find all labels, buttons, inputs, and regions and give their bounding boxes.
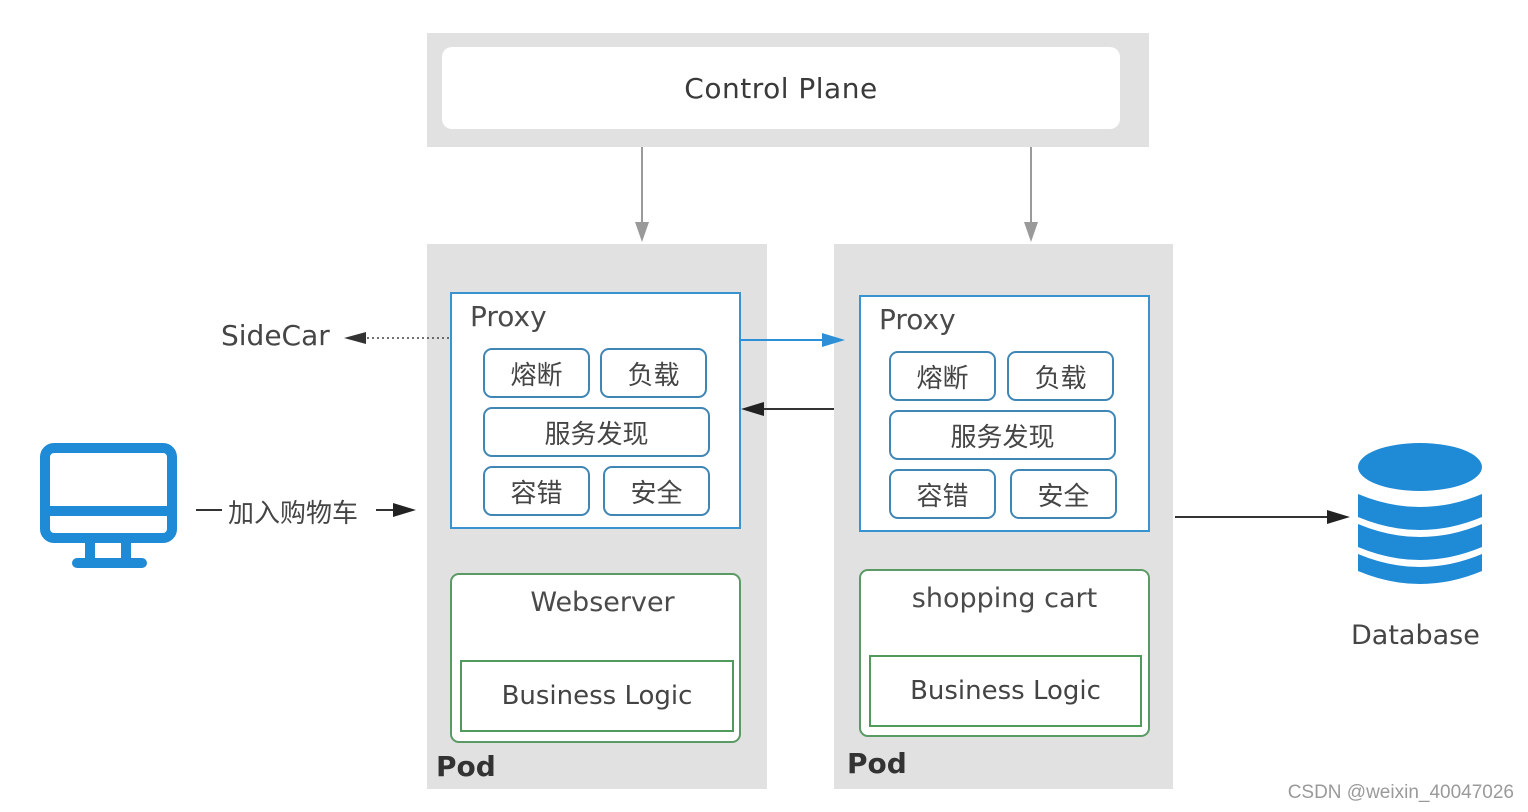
connectors [40, 147, 1482, 584]
arrow-control-to-pod-2 [1024, 147, 1038, 242]
desktop-monitor-icon [40, 443, 177, 568]
arrow-proxy1-to-proxy2 [740, 333, 845, 347]
arrow-control-to-pod-1 [635, 147, 649, 242]
arrow-sidecar [344, 332, 452, 344]
arrow-pod-2-to-database [1175, 510, 1350, 524]
arrow-proxy2-to-proxy1 [741, 402, 834, 416]
add-to-cart-label: 加入购物车 [228, 499, 359, 529]
database-label: Database [1351, 620, 1480, 651]
watermark: CSDN @weixin_40047026 [1287, 782, 1514, 803]
sidecar-label: SideCar [221, 319, 330, 352]
database-icon [1358, 443, 1482, 584]
